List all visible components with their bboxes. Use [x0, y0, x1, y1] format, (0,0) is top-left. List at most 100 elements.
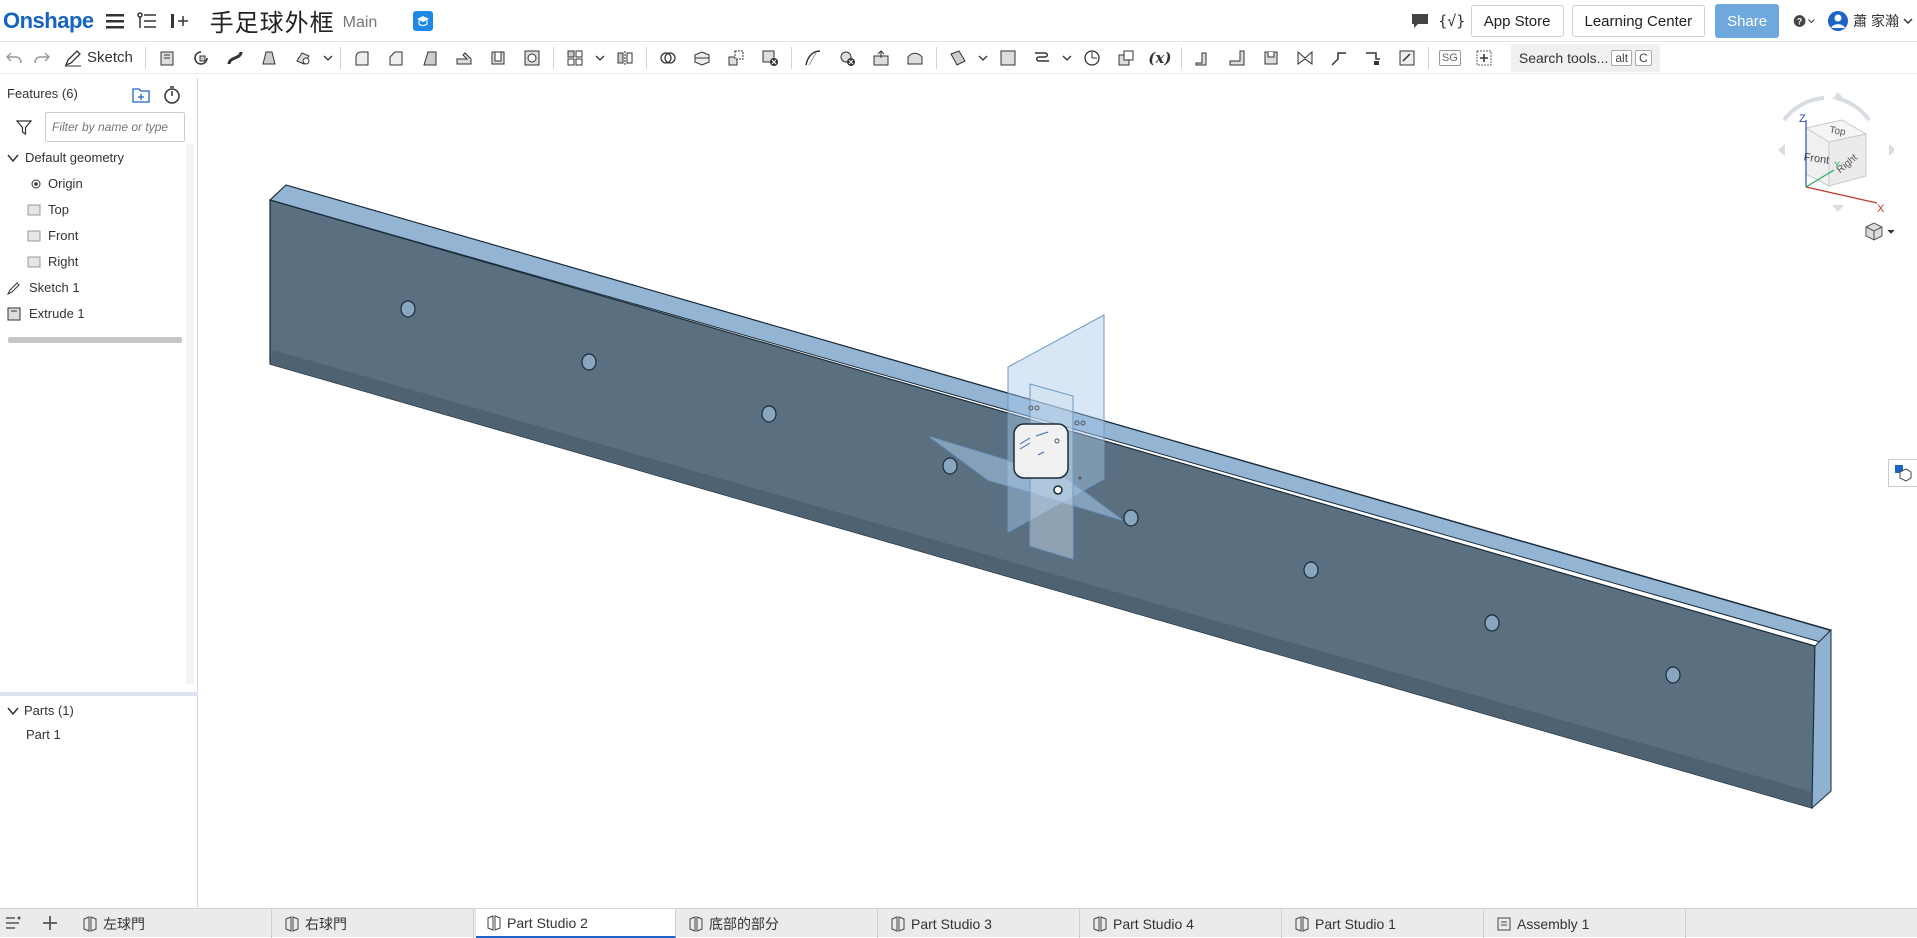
configurations-panel-icon[interactable] [1888, 459, 1917, 487]
horizontal-scrollbar[interactable] [8, 337, 182, 343]
sketch-point[interactable] [1078, 476, 1082, 480]
branch-label[interactable]: Main [343, 14, 378, 32]
replace-face-icon[interactable] [898, 44, 932, 72]
hole[interactable] [1303, 561, 1319, 579]
tree-item-top-plane[interactable]: Top [27, 202, 69, 217]
section-view-icon[interactable] [1109, 44, 1143, 72]
panel-divider[interactable] [0, 692, 198, 696]
filter-icon[interactable] [15, 120, 33, 140]
hole[interactable] [1484, 614, 1500, 632]
search-tools-input[interactable]: Search tools... alt C [1510, 43, 1660, 72]
help-icon[interactable]: ? [1793, 10, 1815, 32]
delete-part-icon[interactable] [753, 44, 787, 72]
app-store-button[interactable]: App Store [1470, 5, 1564, 37]
insert-icon[interactable] [168, 10, 190, 32]
tree-item-front-plane[interactable]: Front [27, 228, 78, 243]
comments-icon[interactable] [1409, 10, 1431, 32]
avatar[interactable] [1827, 10, 1849, 32]
rib-icon[interactable] [447, 44, 481, 72]
panel-scrollbar[interactable] [186, 144, 194, 684]
hole[interactable] [581, 353, 597, 371]
delete-face-icon[interactable] [830, 44, 864, 72]
hole-icon[interactable] [515, 44, 549, 72]
hole[interactable] [942, 457, 958, 475]
sheet-metal-table-icon[interactable] [1390, 44, 1424, 72]
sheet-metal-icon[interactable] [1025, 44, 1059, 72]
tree-item-origin[interactable]: Origin [31, 176, 83, 191]
move-face-icon[interactable] [864, 44, 898, 72]
measure-icon[interactable] [1075, 44, 1109, 72]
form-icon[interactable] [1254, 44, 1288, 72]
tab-part-studio-4[interactable]: Part Studio 4 [1082, 909, 1282, 938]
view-rotate-left-icon[interactable] [1778, 144, 1785, 156]
view-rotate-up-icon[interactable] [1832, 92, 1844, 99]
part-list-item[interactable]: Part 1 [26, 727, 61, 742]
split-icon[interactable] [685, 44, 719, 72]
transform-icon[interactable] [719, 44, 753, 72]
hole[interactable] [1123, 509, 1139, 527]
default-geometry-node[interactable]: Default geometry [7, 150, 124, 165]
bend-relief-icon[interactable] [1356, 44, 1390, 72]
dropdown-chevron-icon[interactable] [592, 44, 608, 72]
view-rotate-down-icon[interactable] [1832, 205, 1844, 212]
rollback-timer-icon[interactable] [163, 86, 181, 109]
dropdown-chevron-icon[interactable] [1059, 44, 1075, 72]
tree-item-sketch-1[interactable]: Sketch 1 [7, 280, 80, 295]
sweep-icon[interactable] [218, 44, 252, 72]
variable-icon[interactable]: (x) [1143, 44, 1177, 72]
document-title[interactable]: 手足球外框 [210, 3, 335, 38]
redo-icon[interactable] [28, 44, 56, 72]
parts-node[interactable]: Parts (1) [7, 703, 74, 718]
share-button[interactable]: Share [1715, 4, 1780, 38]
custom-feature-sg-icon[interactable]: SG [1433, 44, 1467, 72]
hamburger-menu-icon[interactable] [104, 10, 126, 32]
loft-icon[interactable] [252, 44, 286, 72]
chevron-down-icon[interactable] [7, 153, 19, 163]
variables-icon[interactable]: {√} [1438, 10, 1465, 32]
finish-sheet-icon[interactable] [1288, 44, 1322, 72]
dropdown-chevron-icon[interactable] [975, 44, 991, 72]
tab-bottom-part[interactable]: 底部的部分 [678, 909, 878, 938]
chamfer-icon[interactable] [379, 44, 413, 72]
view-options-icon[interactable] [1864, 222, 1896, 247]
revolve-icon[interactable] [184, 44, 218, 72]
mirror-icon[interactable] [608, 44, 642, 72]
part-end-face[interactable] [1811, 628, 1832, 810]
view-rotate-right-icon[interactable] [1889, 144, 1896, 156]
tab-part-studio-1[interactable]: Part Studio 1 [1284, 909, 1484, 938]
add-tab-icon[interactable] [42, 915, 58, 936]
tree-item-extrude-1[interactable]: Extrude 1 [7, 306, 85, 321]
learning-center-button[interactable]: Learning Center [1571, 5, 1706, 37]
origin-sketch-box[interactable] [1013, 423, 1069, 479]
user-name[interactable]: 蕭 家瀚 [1853, 11, 1899, 31]
hole[interactable] [761, 405, 777, 423]
hole[interactable] [1665, 666, 1681, 684]
filter-input[interactable] [45, 112, 185, 142]
undo-icon[interactable] [0, 44, 28, 72]
fillet-icon[interactable] [345, 44, 379, 72]
boolean-icon[interactable] [651, 44, 685, 72]
draft-icon[interactable] [413, 44, 447, 72]
hole[interactable] [400, 300, 416, 318]
add-custom-feature-icon[interactable] [1467, 44, 1501, 72]
user-menu-chevron-icon[interactable] [1903, 12, 1913, 30]
tab-icon[interactable] [1220, 44, 1254, 72]
chevron-down-icon[interactable] [7, 706, 19, 716]
graphics-viewport[interactable]: Top Front Right Z X Y [198, 74, 1917, 908]
origin-point[interactable] [1053, 485, 1063, 495]
view-cube[interactable]: Top Front Right Z X Y [1754, 90, 1896, 230]
tab-assembly-1[interactable]: Assembly 1 [1486, 909, 1686, 938]
tab-manager-icon[interactable] [5, 915, 23, 936]
tab-right-goal[interactable]: 右球門 [274, 909, 474, 938]
sketch-button[interactable]: Sketch [56, 44, 141, 72]
tree-item-right-plane[interactable]: Right [27, 254, 78, 269]
plane-icon[interactable] [941, 44, 975, 72]
modify-fillet-icon[interactable] [796, 44, 830, 72]
extrude-icon[interactable] [150, 44, 184, 72]
corner-icon[interactable] [1322, 44, 1356, 72]
add-folder-icon[interactable] [132, 87, 150, 108]
linear-pattern-icon[interactable] [558, 44, 592, 72]
model-canvas[interactable] [198, 74, 1917, 908]
shell-icon[interactable] [481, 44, 515, 72]
flange-icon[interactable] [1186, 44, 1220, 72]
